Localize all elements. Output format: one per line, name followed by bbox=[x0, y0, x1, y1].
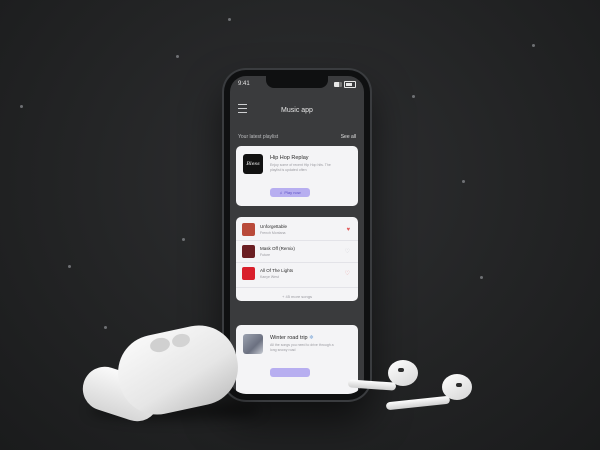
song-artist: Kanye West bbox=[260, 275, 279, 279]
star bbox=[412, 95, 415, 98]
playlist2-title: Winter road trip ❄ bbox=[270, 335, 314, 341]
status-time: 9:41 bbox=[238, 81, 250, 87]
divider bbox=[236, 262, 358, 263]
star bbox=[176, 55, 179, 58]
star bbox=[462, 180, 465, 183]
playlist2-description: All the songs you need to drive through … bbox=[270, 343, 334, 352]
hamburger-icon[interactable] bbox=[238, 104, 247, 113]
play-now-button-2[interactable] bbox=[270, 368, 310, 377]
playlist-cover: Bless bbox=[243, 154, 263, 174]
signal-icon bbox=[334, 81, 342, 87]
song-artist: Future bbox=[260, 253, 271, 257]
section-header: Your latest playlist See all bbox=[238, 132, 356, 142]
status-icons bbox=[334, 80, 356, 88]
star bbox=[68, 265, 71, 268]
snowflake-icon: ❄ bbox=[309, 335, 314, 341]
playlist-card[interactable]: Bless Hip Hop Replay Enjoy some of recen… bbox=[236, 146, 358, 206]
star bbox=[20, 105, 23, 108]
see-all-link[interactable]: See all bbox=[341, 134, 356, 140]
status-bar: 9:41 bbox=[238, 79, 356, 89]
phone-mockup: 9:41 Music app Your latest playlist See … bbox=[224, 70, 370, 400]
song-art bbox=[242, 223, 255, 236]
play-now-label: Play now bbox=[284, 190, 301, 195]
earbud-grill bbox=[456, 383, 462, 387]
song-row[interactable]: All Of The Lights Kanye West ♡ bbox=[242, 266, 352, 284]
playlist-title: Hip Hop Replay bbox=[270, 155, 309, 161]
star bbox=[104, 326, 107, 329]
star bbox=[480, 276, 483, 279]
divider bbox=[236, 240, 358, 241]
star bbox=[228, 18, 231, 21]
heart-icon[interactable]: ♡ bbox=[345, 271, 350, 277]
heart-icon[interactable]: ♥ bbox=[346, 227, 350, 233]
page-title: Music app bbox=[281, 106, 313, 114]
playlist-card-2[interactable]: Winter road trip ❄ All the songs you nee… bbox=[236, 325, 358, 394]
song-row[interactable]: Mask Off (Remix) Future ♡ bbox=[242, 244, 352, 262]
earbud-stem bbox=[385, 395, 451, 411]
star bbox=[182, 238, 185, 241]
divider bbox=[236, 287, 358, 288]
song-name: Unforgettable bbox=[260, 224, 288, 229]
song-name: Mask Off (Remix) bbox=[260, 246, 295, 251]
app-screen: 9:41 Music app Your latest playlist See … bbox=[230, 76, 364, 394]
song-art bbox=[242, 267, 255, 280]
playlist2-title-text: Winter road trip bbox=[270, 335, 308, 341]
playlist2-cover bbox=[243, 334, 263, 354]
playlist-description: Enjoy some of recent Hip Hop hits. The p… bbox=[270, 163, 331, 172]
song-art bbox=[242, 245, 255, 258]
music-note-icon: ♫ bbox=[279, 190, 283, 195]
section-label: Your latest playlist bbox=[238, 134, 279, 140]
battery-icon bbox=[344, 80, 356, 88]
app-header: Music app bbox=[230, 98, 364, 122]
heart-icon[interactable]: ♡ bbox=[345, 249, 350, 255]
star bbox=[532, 44, 535, 47]
song-artist: French Montana bbox=[260, 231, 286, 235]
songs-card: Unforgettable French Montana ♥ Mask Off … bbox=[236, 217, 358, 301]
song-row[interactable]: Unforgettable French Montana ♥ bbox=[242, 222, 352, 240]
play-now-button[interactable]: ♫ Play now bbox=[270, 188, 310, 197]
more-songs-link[interactable]: + 45 more songs bbox=[236, 294, 358, 299]
song-name: All Of The Lights bbox=[260, 268, 294, 273]
earbud-grill bbox=[398, 368, 404, 372]
